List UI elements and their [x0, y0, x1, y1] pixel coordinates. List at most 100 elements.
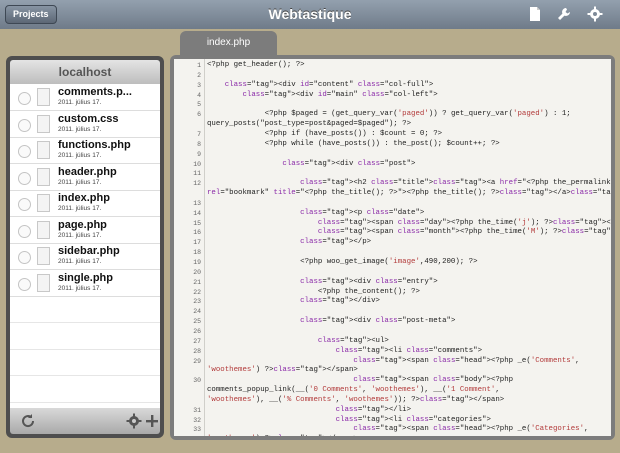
- tab-index-php[interactable]: index.php: [180, 31, 277, 55]
- line-number: 2: [197, 71, 201, 79]
- code-line: comments_popup_link(__('0 Comments', 'wo…: [207, 386, 500, 395]
- code-line: class="tag"><p class="date">: [300, 208, 425, 217]
- code-line: class="tag"><li class="comments">: [335, 346, 483, 355]
- code-line: class="tag"><li class="categories">: [335, 415, 491, 424]
- file-list-item[interactable]: comments.p... 2011. július 17.: [10, 84, 160, 111]
- file-name: index.php: [58, 192, 110, 204]
- line-number: 8: [197, 140, 201, 148]
- file-list: comments.p... 2011. július 17. custom.css 2…: [10, 84, 160, 408]
- file-icon: [37, 167, 50, 186]
- line-number: 15: [193, 219, 201, 227]
- file-date: 2011. július 17.: [58, 99, 102, 106]
- line-number: 32: [193, 416, 201, 424]
- file-icon: [37, 141, 50, 159]
- file-browser-footer: [10, 408, 160, 434]
- select-radio[interactable]: [18, 198, 31, 211]
- line-number: 24: [193, 308, 201, 316]
- code-line: class="tag"><span class="head"><?php _e(…: [353, 425, 589, 434]
- file-browser-panel: localhost comments.p... 2011. július 17. c…: [6, 56, 164, 438]
- file-date: 2011. július 17.: [58, 178, 102, 186]
- file-name: single.php: [58, 271, 113, 284]
- server-title: localhost: [10, 60, 160, 84]
- file-list-item[interactable]: index.php 2011. július 17.: [10, 190, 160, 217]
- code-line: query_posts("post_type=post&paged=$paged…: [207, 120, 412, 129]
- line-number: 28: [193, 347, 201, 355]
- file-list-item[interactable]: custom.css 2011. július 17.: [10, 111, 160, 138]
- refresh-icon[interactable]: [20, 413, 36, 429]
- file-list-item[interactable]: page.php 2011. július 17.: [10, 217, 160, 244]
- file-date: 2011. július 17.: [58, 231, 102, 239]
- file-name: comments.p...: [58, 86, 132, 98]
- code-editor[interactable]: 1 <?php get_header(); ?> 2 3 class="tag"><d…: [174, 59, 611, 436]
- line-number: 22: [193, 288, 201, 296]
- top-toolbar: Projects Webtastique: [0, 0, 620, 30]
- file-list-item[interactable]: sidebar.php 2011. július 17.: [10, 243, 160, 270]
- file-date: 2011. július 17.: [58, 258, 102, 265]
- empty-row: [10, 323, 160, 350]
- code-line: class="tag"></p>: [300, 238, 372, 247]
- wrench-icon[interactable]: [556, 6, 572, 22]
- line-number: 1: [197, 62, 201, 69]
- line-number: 20: [193, 268, 201, 276]
- line-number: 18: [193, 249, 201, 257]
- file-name: functions.php: [58, 139, 131, 151]
- code-line: 'woothemes'), __('% Comments', 'wootheme…: [207, 395, 505, 404]
- file-icon: [37, 114, 50, 133]
- select-radio[interactable]: [18, 118, 31, 132]
- empty-row: [10, 296, 160, 323]
- line-number: 27: [193, 337, 201, 345]
- line-number: 29: [193, 357, 201, 365]
- select-radio[interactable]: [18, 145, 31, 158]
- code-line: <?php while (have_posts()) : the_post();…: [207, 139, 500, 148]
- gear-icon[interactable]: [126, 413, 142, 429]
- code-line: class="tag"><div class="entry">: [300, 277, 438, 286]
- file-list-item[interactable]: header.php 2011. július 17.: [10, 164, 160, 191]
- code-line: class="tag"></li>: [335, 405, 412, 414]
- select-radio[interactable]: [18, 171, 31, 185]
- file-list-item[interactable]: functions.php 2011. július 17.: [10, 137, 160, 164]
- code-line: <?php $paged = (get_query_var('paged')) …: [207, 110, 571, 119]
- select-radio[interactable]: [18, 277, 31, 291]
- gear-icon[interactable]: [587, 6, 603, 22]
- code-line: class="tag"><div id="content" class="col…: [224, 80, 434, 89]
- file-date: 2011. július 17.: [58, 125, 102, 133]
- code-line: class="tag"><span class="head"><?php _e(…: [353, 356, 580, 365]
- empty-row: [10, 349, 160, 376]
- file-icon: [37, 247, 50, 265]
- line-number: 7: [197, 130, 201, 138]
- line-number: 17: [193, 239, 201, 247]
- select-radio[interactable]: [18, 251, 31, 264]
- code-line: class="tag"><span class="day"><?php the_…: [317, 218, 611, 227]
- file-list-item[interactable]: single.php 2011. július 17.: [10, 270, 160, 297]
- code-line: class="tag"><span class="month"><?php th…: [317, 228, 611, 237]
- file-name: header.php: [58, 165, 117, 178]
- select-radio[interactable]: [18, 224, 31, 238]
- code-line: <?php get_header(); ?>: [207, 61, 305, 69]
- code-line: class="tag"><h2 class="title">class="tag…: [300, 179, 611, 188]
- code-line: <?php if (have_posts()) : $count = 0; ?>: [207, 129, 443, 138]
- file-icon: [37, 88, 50, 106]
- line-number: 21: [193, 278, 201, 286]
- line-number: 25: [193, 318, 201, 326]
- line-number: 9: [197, 150, 201, 158]
- code-line: class="tag"><div class="post-meta">: [300, 317, 456, 326]
- add-icon[interactable]: [144, 413, 160, 429]
- line-number: 26: [193, 327, 201, 335]
- file-icon: [37, 194, 50, 212]
- code-line: 'woothemes') ?>class="tag"></span>: [207, 366, 358, 375]
- file-name: sidebar.php: [58, 245, 120, 257]
- code-line: class="tag"><div class="post">: [282, 159, 416, 168]
- code-line: <?php the_content(); ?>: [207, 287, 420, 296]
- line-number: 16: [193, 229, 201, 237]
- file-date: 2011. július 17.: [58, 205, 102, 212]
- document-icon[interactable]: [527, 6, 543, 22]
- file-name: page.php: [58, 218, 107, 231]
- line-number: 14: [193, 209, 201, 217]
- file-icon: [37, 273, 50, 292]
- empty-row: [10, 376, 160, 403]
- line-number: 33: [193, 426, 201, 434]
- select-radio[interactable]: [18, 92, 31, 105]
- file-date: 2011. július 17.: [58, 152, 102, 159]
- file-date: 2011. július 17.: [58, 284, 102, 292]
- line-number: 3: [197, 81, 201, 89]
